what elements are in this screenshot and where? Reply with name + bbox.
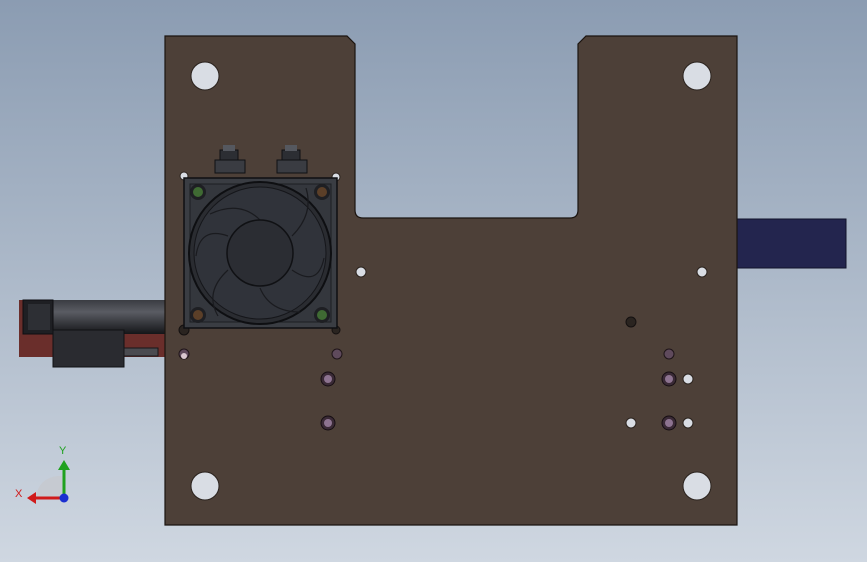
counterbore-hole bbox=[661, 415, 677, 431]
mounting-hole bbox=[682, 61, 712, 91]
mounting-hole bbox=[682, 471, 712, 501]
small-hole bbox=[625, 417, 637, 429]
mounting-hole bbox=[190, 61, 220, 91]
small-hole bbox=[355, 266, 367, 278]
small-hole bbox=[696, 266, 708, 278]
triad-y-label: Y bbox=[59, 445, 67, 457]
threaded-hole bbox=[625, 316, 637, 328]
cylinder-mount-block bbox=[52, 329, 125, 368]
triad-x-label: X bbox=[15, 488, 23, 500]
cad-graphics-area[interactable]: Y X bbox=[0, 0, 867, 562]
pneumatic-cylinder[interactable] bbox=[19, 299, 167, 368]
model-view[interactable]: Y X bbox=[0, 0, 867, 562]
counterbore-hole bbox=[663, 348, 675, 360]
fan-hub bbox=[226, 219, 294, 287]
cylinder-rod bbox=[123, 347, 159, 357]
counterbore-hole bbox=[178, 348, 190, 360]
counterbore-hole bbox=[320, 415, 336, 431]
counterbore-hole bbox=[661, 371, 677, 387]
counterbore-hole bbox=[331, 348, 343, 360]
side-block[interactable] bbox=[735, 218, 847, 269]
small-hole bbox=[682, 373, 694, 385]
small-hole bbox=[682, 417, 694, 429]
counterbore-hole bbox=[320, 371, 336, 387]
cylinder-end-cap-face bbox=[28, 304, 50, 330]
mounting-hole bbox=[190, 471, 220, 501]
